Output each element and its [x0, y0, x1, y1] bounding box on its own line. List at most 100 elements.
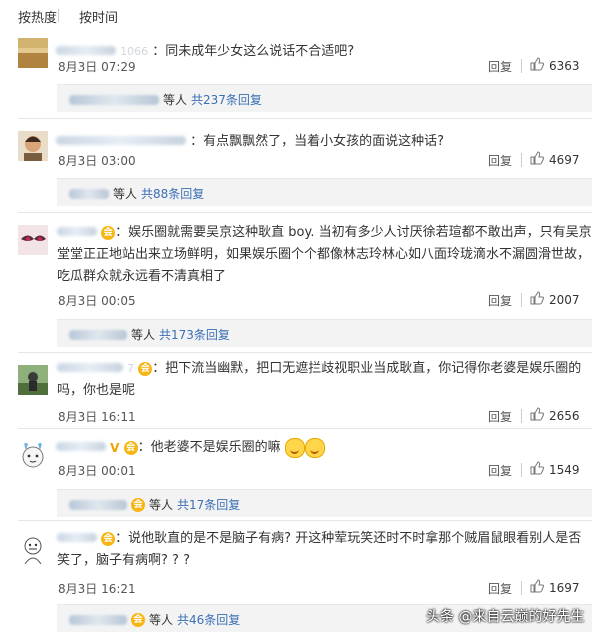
like-button[interactable]: 2656: [530, 407, 580, 424]
comments-panel: 按热度 按时间 1066 ：同未成年少女这么说话不合适吧? 8月3日 07:29…: [0, 0, 609, 637]
thumbs-up-icon: [530, 461, 545, 478]
like-button[interactable]: 1549: [530, 461, 580, 478]
comment-date: 8月3日 16:11: [58, 410, 136, 424]
thumbs-up-icon: [530, 151, 545, 168]
laughing-emoji-icon: [304, 437, 325, 458]
comment-text: 把下流当幽默，把口无遮拦歧视职业当成耿直，你记得你老婆是娱乐圈的吗，你也是呢: [57, 361, 582, 398]
reply-button[interactable]: 回复: [488, 462, 512, 479]
comment-text: 娱乐圈就需要吴京这种耿直 boy. 当初有多少人讨厌徐若瑄都不敢出声，只有吴京堂…: [57, 225, 592, 284]
replier-name-blurred[interactable]: [69, 329, 127, 340]
view-replies-link[interactable]: 共237条回复: [191, 91, 262, 108]
replier-name-blurred[interactable]: [69, 94, 159, 105]
username-tail: 7: [127, 362, 135, 375]
comment-date: 8月3日 16:21: [58, 582, 136, 596]
username-blurred[interactable]: [57, 363, 123, 372]
reply-summary: 等人 共88条回复: [57, 178, 592, 206]
divider: [521, 463, 522, 477]
replier-name-blurred[interactable]: [69, 499, 127, 510]
comment-text: 他老婆不是娱乐圈的嘛: [150, 440, 281, 455]
tab-sort-by-hot[interactable]: 按热度: [18, 7, 57, 26]
reply-summary-prefix: 等人: [149, 613, 174, 627]
reply-button[interactable]: 回复: [488, 152, 512, 169]
reply-button[interactable]: 回复: [488, 408, 512, 425]
reply-summary-prefix: 等人: [163, 93, 188, 107]
member-badge-icon: 会: [138, 361, 153, 376]
username-tail: 1066: [120, 45, 149, 58]
comment-header: V 会：他老婆不是娱乐圈的嘛: [56, 436, 325, 458]
comment-divider: [18, 352, 592, 353]
divider: [521, 153, 522, 167]
comment-divider: [18, 428, 592, 429]
view-replies-link[interactable]: 共88条回复: [141, 185, 204, 202]
view-replies-link[interactable]: 共173条回复: [159, 326, 230, 343]
thumbs-up-icon: [530, 291, 545, 308]
divider: [521, 581, 522, 595]
avatar[interactable]: [18, 131, 48, 161]
divider: [521, 59, 522, 73]
comment-date: 8月3日 00:01: [58, 464, 136, 478]
like-count: 1549: [549, 462, 580, 477]
username-blurred[interactable]: [56, 46, 116, 55]
comment-date: 8月3日 07:29: [58, 60, 136, 74]
like-count: 6363: [549, 58, 580, 73]
reply-summary: 等人 共237条回复: [57, 84, 592, 112]
like-button[interactable]: 2007: [530, 291, 580, 308]
like-count: 4697: [549, 152, 580, 167]
comment-divider: [18, 212, 592, 213]
comment-divider: [18, 520, 592, 521]
comment-date: 8月3日 00:05: [58, 294, 136, 308]
reply-button[interactable]: 回复: [488, 58, 512, 75]
reply-summary-prefix: 等人: [131, 328, 156, 342]
tab-sort-by-time[interactable]: 按时间: [79, 7, 118, 26]
replier-name-blurred[interactable]: [69, 614, 127, 625]
username-blurred[interactable]: [57, 227, 97, 236]
comment-text: 同未成年少女这么说话不合适吧?: [165, 44, 355, 59]
thumbs-up-icon: [530, 579, 545, 596]
member-badge-icon: 会: [101, 531, 116, 546]
like-button[interactable]: 6363: [530, 57, 580, 74]
reply-summary: 等人 共173条回复: [57, 319, 592, 347]
like-button[interactable]: 1697: [530, 579, 580, 596]
reply-button[interactable]: 回复: [488, 292, 512, 309]
member-badge-icon: 会: [123, 440, 138, 455]
member-badge-icon: 会: [131, 497, 145, 512]
replier-name-blurred[interactable]: [69, 188, 109, 199]
comment-header: ：有点飘飘然了，当着小女孩的面说这种话?: [56, 130, 444, 149]
watermark: 头条 @来自云巅的好先生: [426, 609, 585, 625]
like-count: 2656: [549, 408, 580, 423]
sort-tabs: 按热度 按时间: [18, 7, 118, 26]
vip-icon: V: [110, 440, 120, 455]
member-badge-icon: 会: [101, 225, 116, 240]
comment-body: 会：说他耿直的是不是脑子有病? 开这种荤玩笑还时不时拿那个贼眉鼠眼看别人是否笑了…: [57, 531, 582, 568]
view-replies-link[interactable]: 共46条回复: [177, 611, 240, 628]
comment-date: 8月3日 03:00: [58, 154, 136, 168]
reply-summary-prefix: 等人: [113, 187, 138, 201]
username-blurred[interactable]: [57, 533, 97, 542]
comment-divider: [18, 118, 592, 119]
divider: [521, 409, 522, 423]
comment-header: 1066 ：同未成年少女这么说话不合适吧?: [56, 40, 354, 59]
comment-text: 说他耿直的是不是脑子有病? 开这种荤玩笑还时不时拿那个贼眉鼠眼看别人是否笑了，脑…: [57, 531, 582, 568]
username-blurred[interactable]: [56, 442, 106, 451]
reply-summary-prefix: 等人: [149, 498, 174, 512]
thumbs-up-icon: [530, 407, 545, 424]
avatar[interactable]: [18, 440, 48, 470]
comment-text: 有点飘飘然了，当着小女孩的面说这种话?: [203, 134, 445, 149]
divider: [521, 293, 522, 307]
member-badge-icon: 会: [131, 612, 145, 627]
username-blurred[interactable]: [56, 136, 186, 145]
laughing-emoji-icon: [284, 437, 305, 458]
avatar[interactable]: [18, 365, 48, 395]
avatar[interactable]: [18, 38, 48, 68]
comment-body: 会：娱乐圈就需要吴京这种耿直 boy. 当初有多少人讨厌徐若瑄都不敢出声，只有吴…: [57, 225, 592, 284]
reply-summary: 会 等人 共17条回复: [57, 489, 592, 517]
avatar[interactable]: [18, 225, 48, 255]
reply-button[interactable]: 回复: [488, 580, 512, 597]
like-count: 2007: [549, 292, 580, 307]
like-button[interactable]: 4697: [530, 151, 580, 168]
view-replies-link[interactable]: 共17条回复: [177, 496, 240, 513]
comment-body: 7 会：把下流当幽默，把口无遮拦歧视职业当成耿直，你记得你老婆是娱乐圈的吗，你也…: [57, 361, 582, 398]
avatar[interactable]: [18, 534, 48, 564]
like-count: 1697: [549, 580, 580, 595]
tab-divider: [58, 9, 59, 22]
